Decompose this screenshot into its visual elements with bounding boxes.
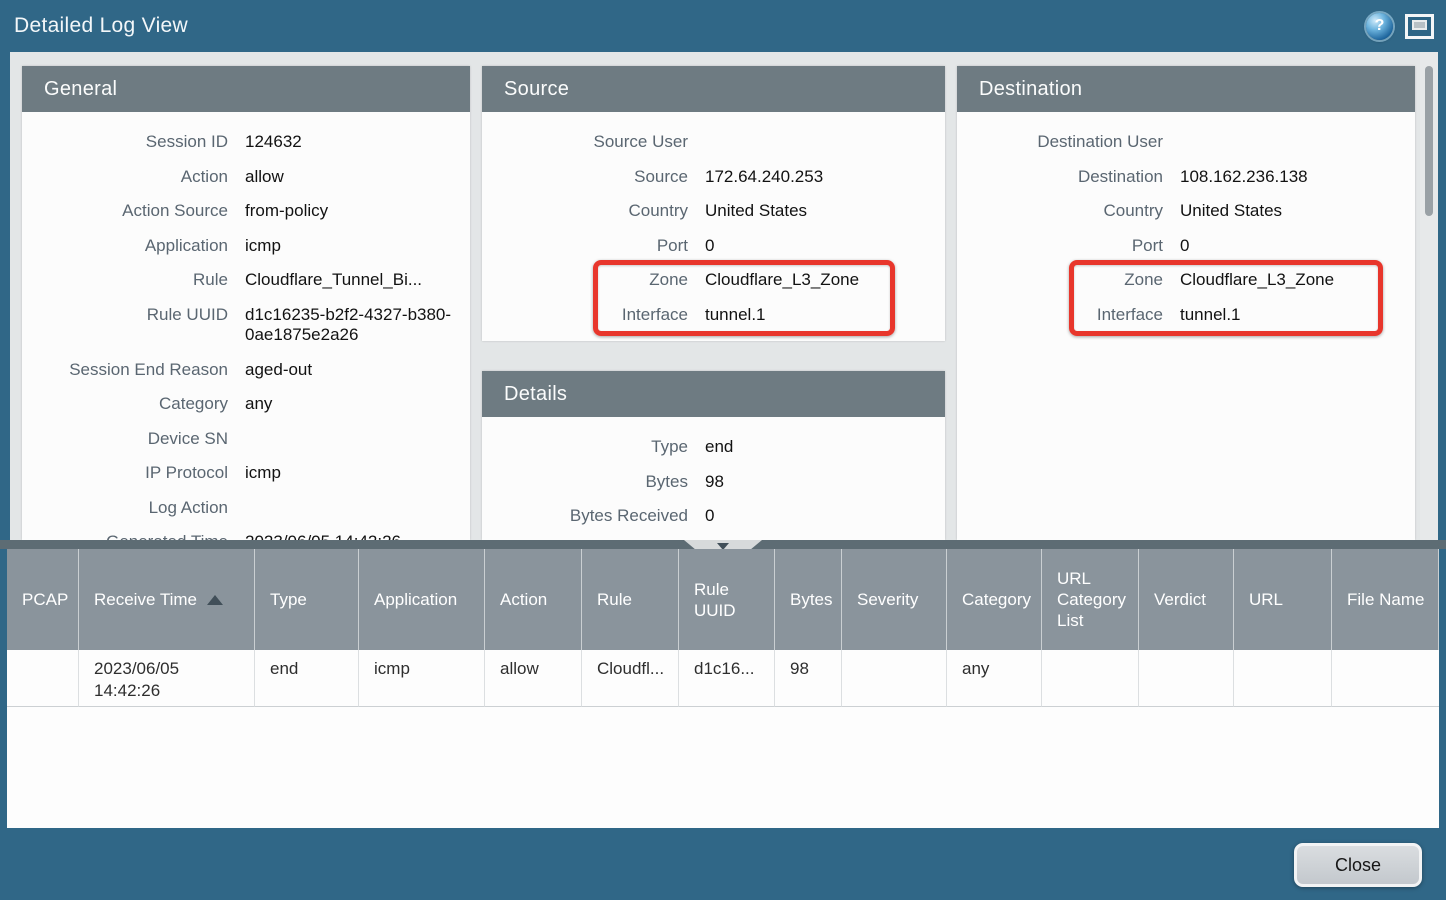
window-icon-inner: [1412, 20, 1427, 30]
panel-table-splitter[interactable]: [0, 540, 1446, 549]
destination-panel: Destination Destination User Destination…: [957, 66, 1415, 540]
field-destination-interface: Interfacetunnel.1: [957, 298, 1415, 333]
column-header-bytes[interactable]: Bytes: [775, 549, 842, 650]
column-header-action[interactable]: Action: [485, 549, 582, 650]
column-header-pcap[interactable]: PCAP: [7, 549, 79, 650]
field-destination: Destination108.162.236.138: [957, 160, 1415, 195]
middle-column: Source Source User Source172.64.240.253 …: [482, 66, 945, 540]
cell-rule-uuid[interactable]: d1c16...: [679, 650, 775, 707]
column-header-type[interactable]: Type: [255, 549, 359, 650]
titlebar-icons: ?: [1366, 13, 1434, 40]
column-header-rule-uuid[interactable]: Rule UUID: [679, 549, 775, 650]
cell-url-category-list[interactable]: [1042, 650, 1139, 707]
cell-bytes[interactable]: 98: [775, 650, 842, 707]
column-header-application[interactable]: Application: [359, 549, 485, 650]
sort-asc-icon: [207, 595, 223, 605]
field-source-port: Port0: [482, 229, 945, 264]
field-application: Applicationicmp: [22, 229, 470, 264]
details-panel-header: Details: [482, 371, 945, 417]
content-scrollbar[interactable]: [1420, 52, 1438, 540]
field-source-country: CountryUnited States: [482, 194, 945, 229]
cell-rule[interactable]: Cloudfl...: [582, 650, 679, 707]
column-header-severity[interactable]: Severity: [842, 549, 947, 650]
field-rule-uuid: Rule UUIDd1c16235-b2f2-4327-b380-0ae1875…: [22, 298, 470, 353]
column-header-receive-time[interactable]: Receive Time: [79, 549, 255, 650]
source-panel-header: Source: [482, 66, 945, 112]
cell-receive-time[interactable]: 2023/06/05 14:42:26: [79, 650, 255, 707]
log-detail-content: General Session ID124632 Actionallow Act…: [10, 52, 1436, 540]
field-destination-country: CountryUnited States: [957, 194, 1415, 229]
dialog-title: Detailed Log View: [14, 14, 188, 38]
field-ip-protocol: IP Protocolicmp: [22, 456, 470, 491]
title-bar: Detailed Log View ?: [0, 0, 1446, 52]
cell-action[interactable]: allow: [485, 650, 582, 707]
column-header-url-category-list[interactable]: URL Category List: [1042, 549, 1139, 650]
field-destination-port: Port0: [957, 229, 1415, 264]
destination-panel-header: Destination: [957, 66, 1415, 112]
general-panel: General Session ID124632 Actionallow Act…: [22, 66, 470, 540]
column-header-category[interactable]: Category: [947, 549, 1042, 650]
scrollbar-thumb[interactable]: [1425, 66, 1433, 216]
general-panel-header: General: [22, 66, 470, 112]
column-header-file-name[interactable]: File Name: [1332, 549, 1439, 650]
field-destination-user: Destination User: [957, 125, 1415, 160]
cell-severity[interactable]: [842, 650, 947, 707]
field-category: Categoryany: [22, 387, 470, 422]
cell-url[interactable]: [1234, 650, 1332, 707]
column-header-verdict[interactable]: Verdict: [1139, 549, 1234, 650]
cell-file-name[interactable]: [1332, 650, 1439, 707]
field-session-id: Session ID124632: [22, 125, 470, 160]
column-header-rule[interactable]: Rule: [582, 549, 679, 650]
field-action: Actionallow: [22, 160, 470, 195]
log-entries-table: PCAP Receive Time Type Application Actio…: [7, 549, 1439, 828]
field-log-action: Log Action: [22, 491, 470, 526]
window-icon[interactable]: [1405, 14, 1434, 39]
cell-pcap[interactable]: [7, 650, 79, 707]
field-source-interface: Interfacetunnel.1: [482, 298, 945, 333]
field-destination-zone: ZoneCloudflare_L3_Zone: [957, 263, 1415, 298]
detailed-log-view-dialog: Detailed Log View ? General Session ID12…: [0, 0, 1446, 900]
cell-type[interactable]: end: [255, 650, 359, 707]
source-panel: Source Source User Source172.64.240.253 …: [482, 66, 945, 341]
field-source-zone: ZoneCloudflare_L3_Zone: [482, 263, 945, 298]
field-generated-time: Generated Time2023/06/05 14:42:26: [22, 525, 470, 540]
cell-verdict[interactable]: [1139, 650, 1234, 707]
field-action-source: Action Sourcefrom-policy: [22, 194, 470, 229]
cell-category[interactable]: any: [947, 650, 1042, 707]
cell-application[interactable]: icmp: [359, 650, 485, 707]
details-panel: Details Typeend Bytes98 Bytes Received0: [482, 371, 945, 540]
field-device-sn: Device SN: [22, 422, 470, 457]
field-bytes: Bytes98: [482, 465, 945, 500]
field-bytes-received: Bytes Received0: [482, 499, 945, 534]
close-button[interactable]: Close: [1294, 843, 1422, 887]
field-type: Typeend: [482, 430, 945, 465]
column-header-url[interactable]: URL: [1234, 549, 1332, 650]
help-icon[interactable]: ?: [1366, 13, 1393, 40]
field-session-end-reason: Session End Reasonaged-out: [22, 353, 470, 388]
field-rule: RuleCloudflare_Tunnel_Bi...: [22, 263, 470, 298]
field-source: Source172.64.240.253: [482, 160, 945, 195]
field-source-user: Source User: [482, 125, 945, 160]
